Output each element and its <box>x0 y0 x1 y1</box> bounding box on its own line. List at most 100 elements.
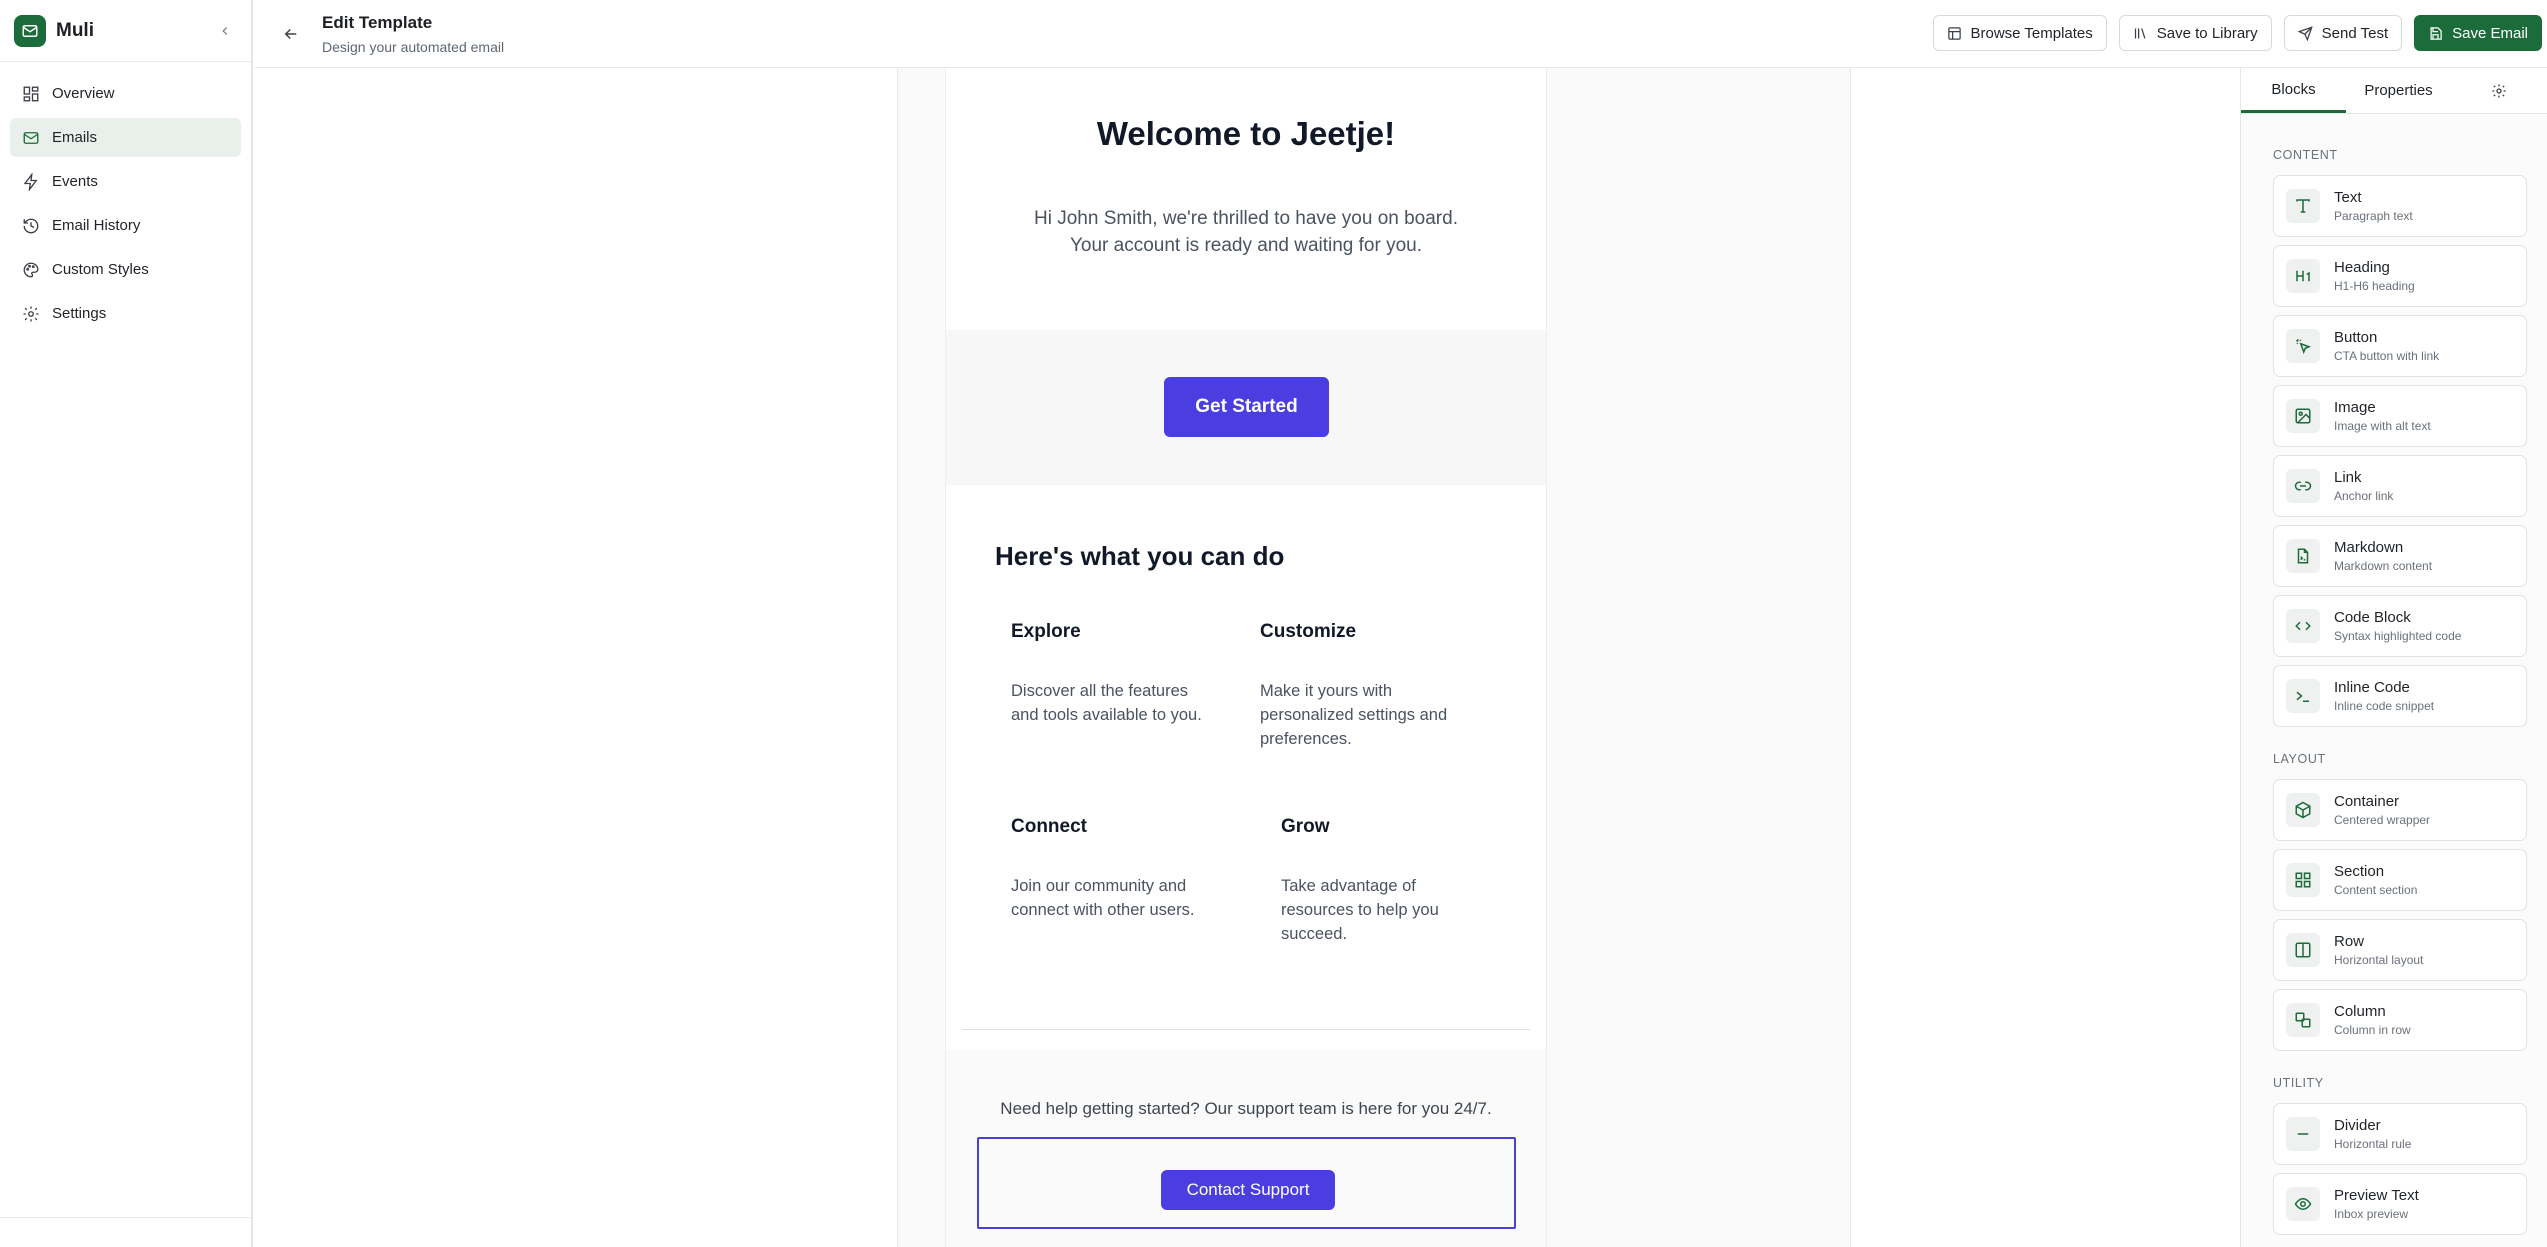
email-intro-line-2: Your account is ready and waiting for yo… <box>1069 235 1423 256</box>
block-name: Section <box>2334 863 2385 880</box>
feature-connect[interactable]: Connect Join our community and connect w… <box>1011 816 1211 922</box>
page-subtitle: Design your automated email <box>322 39 505 55</box>
column-icon <box>2286 1003 2320 1037</box>
page-title: Edit Template <box>322 13 433 32</box>
block-row[interactable]: Row Horizontal layout <box>2273 919 2527 981</box>
history-icon <box>23 218 39 233</box>
link-icon <box>2286 469 2320 503</box>
sidebar-item-overview[interactable]: Overview <box>10 74 241 113</box>
sidebar-item-label: Email History <box>52 217 141 234</box>
sidebar-item-email-history[interactable]: Email History <box>10 206 241 245</box>
email-divider[interactable] <box>962 1029 1530 1030</box>
sidebar-item-events[interactable]: Events <box>10 162 241 201</box>
block-link[interactable]: Link Anchor link <box>2273 455 2527 517</box>
template-icon <box>1947 26 1961 40</box>
eye-icon <box>2286 1187 2320 1221</box>
browse-templates-button[interactable]: Browse Templates <box>1932 15 2107 51</box>
block-heading[interactable]: Heading H1-H6 heading <box>2273 245 2527 307</box>
group-label-layout: LAYOUT <box>2273 752 2326 766</box>
blocks-panel: Blocks Properties CONTENT Text Paragraph … <box>2240 68 2547 1247</box>
page-titles: Edit Template Design your automated emai… <box>322 13 504 55</box>
block-inline-code[interactable]: Inline Code Inline code snippet <box>2273 665 2527 727</box>
feature-title: Customize <box>1260 621 1357 642</box>
feature-customize[interactable]: Customize Make it yours with personalize… <box>1260 621 1460 751</box>
code-icon <box>2286 609 2320 643</box>
editor-canvas: Welcome to Jeetje! Hi John Smith, we're … <box>255 68 2240 1247</box>
tab-blocks[interactable]: Blocks <box>2241 68 2346 113</box>
block-preview-text[interactable]: Preview Text Inbox preview <box>2273 1173 2527 1235</box>
group-label-content: CONTENT <box>2273 148 2338 162</box>
feature-title: Explore <box>1011 621 1081 642</box>
heading-icon <box>2286 259 2320 293</box>
features-heading[interactable]: Here's what you can do <box>995 541 1284 572</box>
block-name: Heading <box>2334 259 2390 276</box>
block-name: Button <box>2334 329 2378 346</box>
sidebar-item-custom-styles[interactable]: Custom Styles <box>10 250 241 289</box>
block-desc: Inbox preview <box>2334 1207 2409 1221</box>
sidebar-item-label: Settings <box>52 305 107 322</box>
sidebar-item-settings[interactable]: Settings <box>10 294 241 333</box>
tab-properties[interactable]: Properties <box>2346 68 2451 113</box>
email-header-block[interactable]: Welcome to Jeetje! Hi John Smith, we're … <box>946 68 1546 330</box>
save-to-library-button[interactable]: Save to Library <box>2118 15 2272 51</box>
block-name: Preview Text <box>2334 1187 2419 1204</box>
block-name: Container <box>2334 793 2400 810</box>
feature-title: Grow <box>1281 816 1330 837</box>
cta-section[interactable]: Get Started <box>946 330 1546 485</box>
box-icon <box>2286 793 2320 827</box>
grid-icon <box>2286 863 2320 897</box>
tab-settings[interactable] <box>2451 68 2547 113</box>
sidebar-item-label: Overview <box>52 85 115 102</box>
mail-logo-icon <box>14 14 46 47</box>
block-desc: Markdown content <box>2334 559 2433 573</box>
block-desc: Paragraph text <box>2334 209 2413 223</box>
sidebar-item-label: Events <box>52 173 98 190</box>
save-email-button[interactable]: Save Email <box>2414 15 2542 51</box>
block-desc: Horizontal layout <box>2334 953 2424 967</box>
block-container[interactable]: Container Centered wrapper <box>2273 779 2527 841</box>
block-name: Text <box>2334 189 2362 206</box>
sidebar-item-emails[interactable]: Emails <box>10 118 241 157</box>
file-icon <box>2286 539 2320 573</box>
block-desc: Content section <box>2334 883 2418 897</box>
selected-block-outline[interactable]: Contact Support <box>977 1137 1516 1229</box>
block-code-block[interactable]: Code Block Syntax highlighted code <box>2273 595 2527 657</box>
block-markdown[interactable]: Markdown Markdown content <box>2273 525 2527 587</box>
get-started-button[interactable]: Get Started <box>1164 377 1329 437</box>
block-button[interactable]: Button CTA button with link <box>2273 315 2527 377</box>
block-column[interactable]: Column Column in row <box>2273 989 2527 1051</box>
block-text[interactable]: Text Paragraph text <box>2273 175 2527 237</box>
sidebar: Muli Overview Emails Events Email Histor… <box>0 0 253 1247</box>
browse-templates-label: Browse Templates <box>1970 24 2093 42</box>
block-image[interactable]: Image Image with alt text <box>2273 385 2527 447</box>
email-heading[interactable]: Welcome to Jeetje! <box>946 115 1546 153</box>
block-name: Code Block <box>2334 609 2411 626</box>
support-text[interactable]: Need help getting started? Our support t… <box>946 1099 1546 1119</box>
group-label-utility: UTILITY <box>2273 1076 2324 1090</box>
gear-icon <box>2492 83 2506 98</box>
palette-icon <box>23 262 39 277</box>
feature-grow[interactable]: Grow Take advantage of resources to help… <box>1281 816 1461 946</box>
block-divider[interactable]: Divider Horizontal rule <box>2273 1103 2527 1165</box>
library-icon <box>2134 27 2146 39</box>
sidebar-item-label: Emails <box>52 129 98 146</box>
email-intro[interactable]: Hi John Smith, we're thrilled to have yo… <box>1006 205 1486 259</box>
app-name: Muli <box>56 19 94 41</box>
block-desc: Column in row <box>2334 1023 2411 1037</box>
contact-support-button[interactable]: Contact Support <box>1161 1170 1335 1210</box>
block-name: Image <box>2334 399 2376 416</box>
minus-icon <box>2286 1117 2320 1151</box>
pointer-icon <box>2286 329 2320 363</box>
sidebar-item-label: Custom Styles <box>52 261 149 278</box>
feature-explore[interactable]: Explore Discover all the features and to… <box>1011 621 1211 727</box>
save-icon <box>2430 26 2442 40</box>
mail-icon <box>23 131 39 144</box>
block-desc: Anchor link <box>2334 489 2394 503</box>
block-desc: Syntax highlighted code <box>2334 629 2462 643</box>
send-test-button[interactable]: Send Test <box>2283 15 2403 51</box>
block-section[interactable]: Section Content section <box>2273 849 2527 911</box>
block-desc: CTA button with link <box>2334 349 2440 363</box>
back-arrow-icon[interactable] <box>277 20 305 48</box>
collapse-sidebar-icon[interactable] <box>213 19 237 43</box>
block-name: Inline Code <box>2334 679 2410 696</box>
